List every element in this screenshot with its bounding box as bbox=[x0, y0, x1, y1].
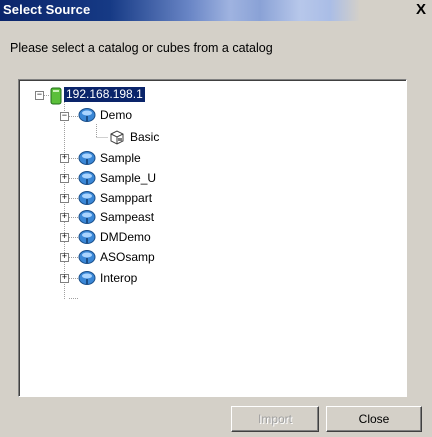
catalog-icon bbox=[78, 249, 96, 268]
catalog-icon bbox=[78, 229, 96, 248]
catalog-icon bbox=[78, 209, 96, 228]
source-tree[interactable]: − 192.168.198.1 − Demo Basic + Sample + … bbox=[18, 79, 407, 397]
asosamp-expand-toggle[interactable]: + bbox=[60, 253, 69, 262]
dmdemo-expand-toggle[interactable]: + bbox=[60, 233, 69, 242]
catalog-icon bbox=[78, 270, 96, 289]
import-button[interactable]: Import bbox=[231, 406, 319, 432]
title-bar[interactable]: Select Source X bbox=[0, 0, 432, 21]
tree-catalog-dmdemo[interactable]: DMDemo bbox=[98, 230, 153, 245]
demo-collapse-toggle[interactable]: − bbox=[60, 112, 69, 121]
sample-expand-toggle[interactable]: + bbox=[60, 154, 69, 163]
tree-catalog-samppart[interactable]: Samppart bbox=[98, 191, 154, 206]
catalog-icon bbox=[78, 150, 96, 169]
tree-catalog-sampeast[interactable]: Sampeast bbox=[98, 210, 156, 225]
close-button[interactable]: Close bbox=[326, 406, 422, 432]
server-icon bbox=[50, 87, 62, 108]
window-title: Select Source bbox=[3, 2, 91, 17]
samppart-expand-toggle[interactable]: + bbox=[60, 194, 69, 203]
interop-expand-toggle[interactable]: + bbox=[60, 274, 69, 283]
catalog-icon bbox=[78, 190, 96, 209]
tree-catalog-asosamp[interactable]: ASOsamp bbox=[98, 250, 157, 265]
catalog-icon bbox=[78, 170, 96, 189]
server-collapse-toggle[interactable]: − bbox=[35, 91, 44, 100]
tree-server-label[interactable]: 192.168.198.1 bbox=[64, 87, 145, 102]
tree-catalog-sample[interactable]: Sample bbox=[98, 151, 143, 166]
tree-catalog-sample-u[interactable]: Sample_U bbox=[98, 171, 158, 186]
instruction-text: Please select a catalog or cubes from a … bbox=[10, 41, 273, 55]
tree-catalog-demo[interactable]: Demo bbox=[98, 108, 134, 123]
catalog-icon bbox=[78, 107, 96, 126]
select-source-dialog: Select Source X Please select a catalog … bbox=[0, 0, 432, 437]
close-icon[interactable]: X bbox=[412, 2, 430, 18]
tree-cube-basic[interactable]: Basic bbox=[128, 130, 161, 145]
sampeast-expand-toggle[interactable]: + bbox=[60, 213, 69, 222]
sample-u-expand-toggle[interactable]: + bbox=[60, 174, 69, 183]
cube-icon bbox=[109, 129, 125, 148]
tree-catalog-interop[interactable]: Interop bbox=[98, 271, 139, 286]
